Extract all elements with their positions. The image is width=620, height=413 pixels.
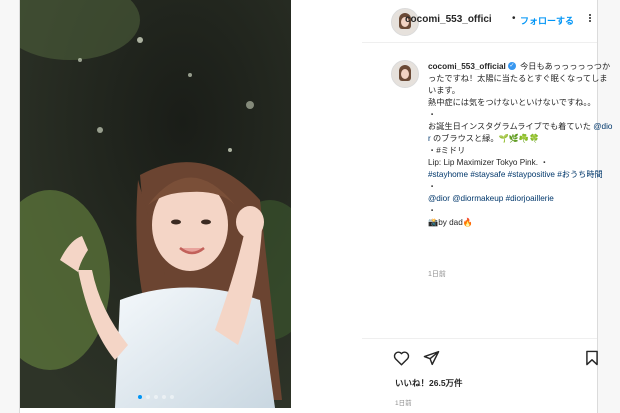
mention-links[interactable]: @dior @diormakeup #diorjoaillerie [428,194,554,203]
post-timestamp[interactable]: 1日前 [395,397,412,407]
header-username[interactable]: cocomi_553_offici [405,14,492,25]
post-card: cocomi_553_offici • フォローする cocomi_553_of… [19,0,612,413]
carousel-dot [169,395,174,399]
carousel-dot [153,395,158,399]
carousel-dot [137,395,142,399]
like-count[interactable]: いいね！26.5万件 [395,377,463,389]
action-bar [363,348,599,372]
caption-time[interactable]: 1日前 [428,269,446,279]
photo-illustration [20,0,291,408]
post-photo[interactable] [20,0,291,408]
follow-button[interactable]: フォローする [520,14,574,27]
caption-text: ・ [428,182,437,191]
carousel-dot [161,395,166,399]
share-icon[interactable] [423,350,440,366]
caption-area: cocomi_553_official ✓ 今日もあっっっっっつかったですね！太陽… [363,55,612,345]
caption-text: のブラウスと緑。🌱🌿☘️🍀 ・#ミドリ Lip: Lip Maximizer T… [428,134,549,167]
carousel-dot [145,395,150,399]
carousel-indicator [20,395,291,399]
divider [362,338,597,339]
post-caption: cocomi_553_official ✓ 今日もあっっっっっつかったですね！太陽… [428,61,613,229]
hashtag-links[interactable]: #stayhome #staysafe #staypositive #おうち時間 [428,170,603,179]
post-sidebar: cocomi_553_offici • フォローする cocomi_553_of… [362,0,612,413]
caption-text: ・ [428,206,437,215]
post-header: cocomi_553_offici • フォローする [363,0,597,42]
caption-intro-text: 今日もあっっっっっつかったですね！太陽に当たるとすぐ眠くなってしまいます。 熱中… [428,62,611,131]
avatar-face [401,69,409,79]
verified-icon: ✓ [507,62,516,71]
divider [362,42,597,43]
header-separator: • [512,13,516,24]
caption-avatar[interactable] [391,60,419,88]
photo-credit: 📸by dad🔥 [428,218,473,227]
caption-username[interactable]: cocomi_553_official [428,62,506,71]
more-options-icon[interactable] [588,13,592,27]
bookmark-icon[interactable] [585,350,599,366]
heart-icon[interactable] [393,350,410,366]
